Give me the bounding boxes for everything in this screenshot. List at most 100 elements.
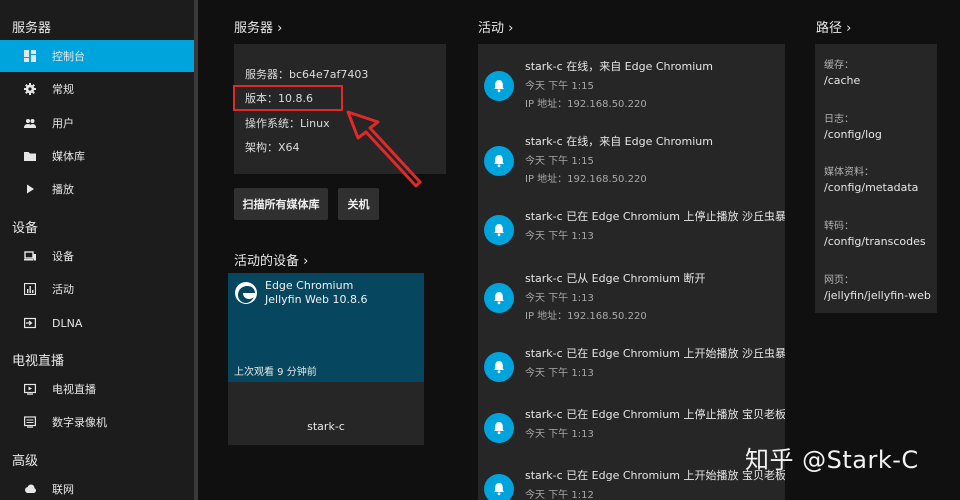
- activity-item[interactable]: stark-c 已在 Edge Chromium 上停止播放 沙丘虫暴 今天 下午…: [478, 206, 785, 266]
- version-highlight-box: [233, 85, 343, 111]
- annotation-arrow: [346, 110, 422, 188]
- paths-heading[interactable]: 路径 ›: [816, 17, 851, 36]
- sidebar-item-dvr[interactable]: 数字录像机: [0, 406, 194, 438]
- devices-icon: [24, 250, 36, 262]
- sidebar-scrollbar[interactable]: [194, 0, 198, 500]
- server-arch: 架构：X64: [245, 141, 300, 154]
- dashboard-icon: [24, 50, 36, 62]
- sidebar-item-general[interactable]: 常规: [0, 73, 194, 105]
- folder-icon: [24, 150, 36, 162]
- sidebar-item-livetv[interactable]: 电视直播: [0, 373, 194, 405]
- activity-time: 今天 下午 1:13: [525, 429, 594, 440]
- activity-title: stark-c 已在 Edge Chromium 上停止播放 宝贝老板2: [525, 408, 785, 421]
- sidebar-item-label: 常规: [52, 83, 74, 96]
- activity-title: stark-c 在线，来自 Edge Chromium: [525, 135, 713, 148]
- server-os: 操作系统：Linux: [245, 117, 330, 130]
- server-heading[interactable]: 服务器 ›: [234, 17, 282, 36]
- input-icon: [24, 317, 36, 329]
- path-value-web: /jellyfin/jellyfin-web: [824, 289, 931, 302]
- activity-item[interactable]: stark-c 已在 Edge Chromium 上停止播放 宝贝老板2 今天 下…: [478, 404, 785, 464]
- path-value-metadata: /config/metadata: [824, 181, 919, 194]
- path-value-transcodes: /config/transcodes: [824, 235, 926, 248]
- sidebar-section-livetv: 电视直播: [12, 354, 65, 369]
- sidebar-section-devices: 设备: [12, 221, 39, 236]
- notification-bell-icon: [484, 474, 514, 500]
- sidebar-item-dlna[interactable]: DLNA: [0, 307, 194, 339]
- activity-time: 今天 下午 1:13: [525, 231, 594, 242]
- notification-bell-icon: [484, 215, 514, 245]
- activity-item[interactable]: stark-c 已在 Edge Chromium 上开始播放 宝贝老板2 今天 下…: [478, 465, 785, 500]
- active-devices-heading[interactable]: 活动的设备 ›: [234, 250, 308, 269]
- device-name: Edge Chromium: [265, 279, 354, 292]
- notification-bell-icon: [484, 71, 514, 101]
- scan-all-libraries-button[interactable]: 扫描所有媒体库: [234, 188, 328, 220]
- activity-item[interactable]: stark-c 已从 Edge Chromium 断开 今天 下午 1:13 IP …: [478, 268, 785, 328]
- sidebar-item-label: 联网: [52, 483, 74, 496]
- sidebar-item-label: 用户: [52, 117, 74, 130]
- device-card-header: Edge Chromium Jellyfin Web 10.8.6 上次观看 9…: [228, 273, 424, 382]
- sidebar-item-label: 活动: [52, 283, 74, 296]
- people-icon: [24, 117, 36, 129]
- path-label-metadata: 媒体资料：: [824, 167, 874, 178]
- gear-icon: [24, 83, 36, 95]
- sidebar-item-label: 设备: [52, 250, 74, 263]
- activity-title: stark-c 在线，来自 Edge Chromium: [525, 60, 713, 73]
- sidebar-item-playback[interactable]: 播放: [0, 173, 194, 205]
- activity-ip: IP 地址：192.168.50.220: [525, 99, 647, 110]
- activity-title: stark-c 已在 Edge Chromium 上停止播放 沙丘虫暴: [525, 210, 785, 223]
- tv-icon: [24, 383, 36, 395]
- path-label-web: 网页：: [824, 275, 854, 286]
- path-value-log: /config/log: [824, 128, 882, 141]
- notification-bell-icon: [484, 146, 514, 176]
- activity-list: stark-c 在线，来自 Edge Chromium 今天 下午 1:15 IP …: [478, 44, 785, 500]
- sidebar: 服务器 控制台 常规 用户 媒体库 播放 设备 设备 活动 DLNA 电视直播 …: [0, 0, 194, 500]
- activity-title: stark-c 已在 Edge Chromium 上开始播放 沙丘虫暴: [525, 347, 785, 360]
- activity-time: 今天 下午 1:15: [525, 156, 594, 167]
- sidebar-item-users[interactable]: 用户: [0, 107, 194, 139]
- device-card[interactable]: Edge Chromium Jellyfin Web 10.8.6 上次观看 9…: [228, 273, 424, 445]
- dvr-icon: [24, 416, 36, 428]
- device-card-footer: [228, 382, 424, 445]
- path-label-transcodes: 转码：: [824, 221, 854, 232]
- activity-ip: IP 地址：192.168.50.220: [525, 174, 647, 185]
- activity-heading[interactable]: 活动 ›: [478, 17, 513, 36]
- sidebar-item-activity[interactable]: 活动: [0, 273, 194, 305]
- sidebar-item-label: DLNA: [52, 316, 83, 330]
- activity-ip: IP 地址：192.168.50.220: [525, 311, 647, 322]
- notification-bell-icon: [484, 283, 514, 313]
- sidebar-item-networking[interactable]: 联网: [0, 473, 194, 500]
- activity-item[interactable]: stark-c 在线，来自 Edge Chromium 今天 下午 1:15 IP …: [478, 131, 785, 191]
- activity-time: 今天 下午 1:12: [525, 490, 594, 500]
- sidebar-section-advanced: 高级: [12, 454, 39, 469]
- path-value-cache: /cache: [824, 74, 861, 87]
- device-last-seen: 上次观看 9 分钟前: [234, 367, 317, 378]
- sidebar-item-libraries[interactable]: 媒体库: [0, 140, 194, 172]
- device-app: Jellyfin Web 10.8.6: [265, 293, 368, 306]
- shutdown-button[interactable]: 关机: [338, 188, 379, 220]
- sidebar-item-label: 控制台: [52, 50, 85, 63]
- activity-item[interactable]: stark-c 在线，来自 Edge Chromium 今天 下午 1:15 IP …: [478, 56, 785, 116]
- watermark: 知乎 @Stark-C: [745, 446, 919, 474]
- notification-bell-icon: [484, 413, 514, 443]
- sidebar-item-dashboard[interactable]: 控制台: [0, 40, 194, 72]
- activity-title: stark-c 已从 Edge Chromium 断开: [525, 272, 706, 285]
- device-user: stark-c: [307, 420, 345, 433]
- cloud-icon: [24, 483, 36, 495]
- sidebar-section-server: 服务器: [12, 21, 52, 36]
- sidebar-item-label: 播放: [52, 183, 74, 196]
- notification-bell-icon: [484, 352, 514, 382]
- sidebar-item-label: 电视直播: [52, 383, 96, 396]
- chart-icon: [24, 283, 36, 295]
- path-label-cache: 缓存：: [824, 60, 854, 71]
- sidebar-item-label: 数字录像机: [52, 416, 107, 429]
- edge-browser-icon: [235, 282, 257, 304]
- activity-item[interactable]: stark-c 已在 Edge Chromium 上开始播放 沙丘虫暴 今天 下午…: [478, 343, 785, 403]
- path-label-log: 日志：: [824, 114, 854, 125]
- play-icon: [24, 183, 36, 195]
- sidebar-item-label: 媒体库: [52, 150, 85, 163]
- activity-time: 今天 下午 1:13: [525, 368, 594, 379]
- server-name: 服务器：bc64e7af7403: [245, 68, 369, 81]
- paths-card: 缓存： /cache 日志： /config/log 媒体资料： /config…: [815, 44, 937, 313]
- sidebar-item-devices[interactable]: 设备: [0, 240, 194, 272]
- activity-time: 今天 下午 1:13: [525, 293, 594, 304]
